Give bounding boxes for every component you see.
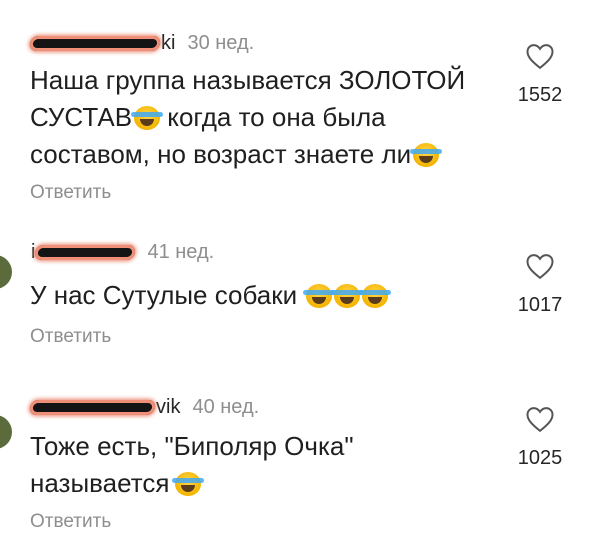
comment-text: Наша группа называется ЗОЛОТОЙ СУСТАВ ко… bbox=[30, 65, 466, 169]
username[interactable]: ki bbox=[161, 32, 175, 55]
comment-text: У нас Сутулые собаки bbox=[30, 277, 490, 314]
username[interactable]: vik bbox=[156, 396, 180, 419]
like-count: 1017 bbox=[517, 294, 563, 316]
reply-button[interactable]: Ответить bbox=[30, 511, 111, 533]
emoji-icon bbox=[131, 106, 164, 130]
emoji-icon bbox=[410, 143, 443, 167]
comments-screen: { "comments": [ { "username_tail": "ki",… bbox=[0, 0, 604, 545]
redacted-username bbox=[34, 244, 137, 260]
emoji-icon bbox=[331, 284, 364, 308]
like-control: 1025 bbox=[510, 405, 570, 470]
comment-text: Тоже есть, "Биполяр Очка" называется bbox=[30, 431, 354, 498]
emoji-icon bbox=[172, 472, 205, 496]
emoji-icon bbox=[359, 284, 392, 308]
comment-3: vik 40 нед. Тоже есть, "Биполяр Очка" на… bbox=[0, 375, 604, 545]
reply-button[interactable]: Ответить bbox=[30, 182, 111, 204]
emoji-icon bbox=[303, 284, 336, 308]
heart-icon[interactable] bbox=[525, 42, 555, 70]
comment-meta: i 41 нед. bbox=[30, 237, 214, 267]
redacted-username bbox=[28, 35, 162, 51]
like-control: 1017 bbox=[510, 252, 570, 317]
redacted-username bbox=[28, 399, 157, 415]
like-control: 1552 bbox=[510, 42, 570, 107]
timestamp: 40 нед. bbox=[192, 395, 260, 418]
comment-meta: ki 30 нед. bbox=[28, 28, 255, 58]
comment-meta: vik 40 нед. bbox=[28, 392, 260, 422]
comment-1: ki 30 нед. Наша группа называется ЗОЛОТО… bbox=[0, 0, 604, 210]
avatar[interactable] bbox=[0, 415, 12, 449]
timestamp: 30 нед. bbox=[187, 31, 255, 54]
timestamp: 41 нед. bbox=[147, 240, 215, 263]
like-count: 1025 bbox=[517, 447, 563, 469]
comment-2: i 41 нед. У нас Сутулые собаки Ответить … bbox=[0, 215, 604, 365]
like-count: 1552 bbox=[517, 84, 563, 106]
heart-icon[interactable] bbox=[525, 405, 555, 433]
reply-button[interactable]: Ответить bbox=[30, 326, 111, 348]
avatar[interactable] bbox=[0, 255, 12, 289]
heart-icon[interactable] bbox=[525, 252, 555, 280]
